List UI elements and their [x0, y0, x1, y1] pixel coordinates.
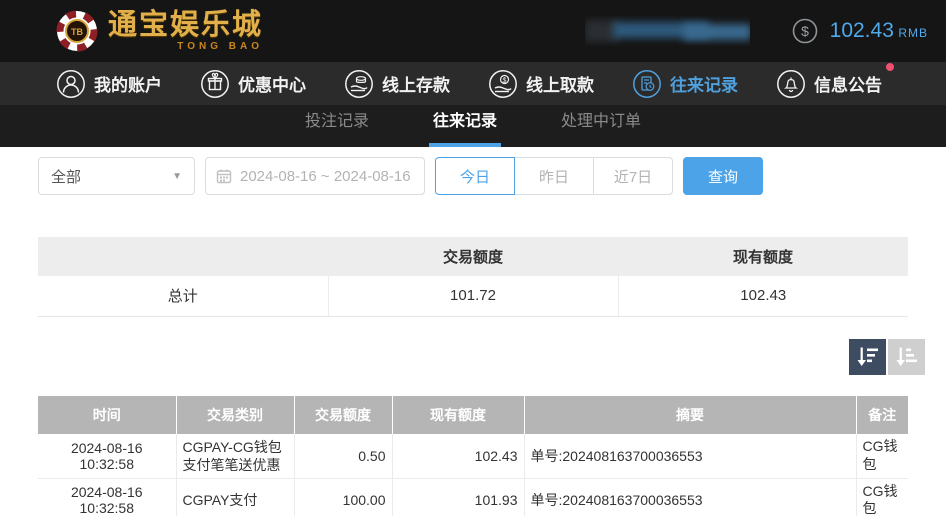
sort-controls	[0, 338, 925, 375]
header-time: 时间	[38, 395, 176, 434]
username-redacted[interactable]	[584, 16, 750, 46]
gift-icon	[201, 69, 229, 98]
row-time: 2024-08-16 10:32:58	[38, 478, 176, 516]
sort-descending-button[interactable]	[849, 338, 886, 375]
poker-chip-logo-icon: TB	[56, 10, 98, 52]
main-nav: 我的账户 优惠中心 线上存款 $ 线上取款 往来记录 信息公告	[0, 62, 946, 105]
transaction-records-page: TB 通宝娱乐城 TONG BAO $ 102.43 RMB 我的账户 优惠中心…	[0, 0, 946, 516]
summary-current-value: 102.43	[617, 276, 908, 317]
table-row: 2024-08-16 10:32:58 CGPAY-CG钱包支付笔笔送优惠 0.…	[38, 433, 908, 479]
deposit-icon	[345, 69, 373, 98]
header-summary: 摘要	[523, 395, 856, 434]
summary-total-row: 总计 101.72 102.43	[38, 276, 908, 317]
user-icon	[57, 69, 85, 98]
row-type: CGPAY-CG钱包支付笔笔送优惠	[175, 433, 294, 479]
records-icon	[633, 69, 661, 98]
tab-processing-orders[interactable]: 处理中订单	[557, 107, 645, 147]
brand-logo[interactable]: TB 通宝娱乐城 TONG BAO	[54, 8, 263, 54]
nav-label: 线上取款	[526, 76, 594, 95]
nav-item-my-account[interactable]: 我的账户	[56, 69, 162, 99]
date-range-value: 2024-08-16 ~ 2024-08-16	[240, 167, 411, 185]
nav-label: 我的账户	[94, 76, 162, 95]
topbar: TB 通宝娱乐城 TONG BAO $ 102.43 RMB	[0, 0, 946, 62]
tab-betting-records[interactable]: 投注记录	[301, 107, 373, 147]
sort-ascending-button[interactable]	[888, 338, 925, 375]
header-type: 交易类别	[175, 395, 294, 434]
records-header-row: 时间 交易类别 交易额度 现有额度 摘要 备注	[38, 395, 908, 434]
records-table: 时间 交易类别 交易额度 现有额度 摘要 备注 2024-08-16 10:32…	[38, 395, 908, 516]
row-summary: 单号:202408163700036553	[523, 433, 856, 479]
nav-label: 线上存款	[382, 76, 450, 95]
summary-table: 交易额度 现有额度 总计 101.72 102.43	[38, 237, 908, 317]
last7days-button[interactable]: 近7日	[593, 157, 673, 195]
yesterday-button[interactable]: 昨日	[514, 157, 594, 195]
date-range-input[interactable]: 2024-08-16 ~ 2024-08-16	[205, 157, 425, 195]
summary-trade-value: 101.72	[327, 276, 618, 317]
row-summary: 单号:202408163700036553	[523, 478, 856, 516]
notification-dot	[886, 62, 894, 71]
tab-transaction-records[interactable]: 往来记录	[428, 107, 501, 147]
row-time: 2024-08-16 10:32:58	[38, 433, 176, 479]
type-select[interactable]: 全部 ▼	[38, 157, 195, 195]
summary-total-label: 总计	[38, 276, 328, 317]
balance-display[interactable]: 102.43 RMB	[830, 19, 928, 43]
summary-header-trade: 交易额度	[328, 237, 618, 276]
sort-ascending-icon	[896, 347, 917, 366]
row-balance: 102.43	[391, 433, 524, 479]
header-balance: 现有额度	[391, 395, 524, 434]
nav-item-announcements[interactable]: 信息公告	[776, 62, 894, 99]
row-type: CGPAY支付	[175, 478, 294, 516]
type-select-value: 全部	[51, 168, 82, 186]
nav-item-deposit[interactable]: 线上存款	[344, 69, 450, 99]
row-remark: CG钱包	[855, 478, 908, 516]
chevron-down-icon: ▼	[172, 170, 182, 182]
subtab-bar: 投注记录 往来记录 处理中订单	[0, 105, 946, 147]
table-row: 2024-08-16 10:32:58 CGPAY支付 100.00 101.9…	[38, 478, 908, 516]
today-button[interactable]: 今日	[435, 157, 515, 195]
balance-amount: 102.43	[829, 19, 894, 42]
bell-icon	[777, 69, 805, 98]
withdraw-icon: $	[489, 69, 517, 98]
header-remark: 备注	[855, 395, 908, 434]
summary-header-current: 现有额度	[618, 237, 908, 276]
nav-item-promotions[interactable]: 优惠中心	[200, 69, 306, 99]
svg-text:TB: TB	[71, 27, 83, 37]
sort-descending-icon	[857, 347, 878, 366]
nav-item-withdraw[interactable]: $ 线上取款	[488, 69, 594, 99]
row-balance: 101.93	[391, 478, 524, 516]
summary-header-empty	[38, 237, 328, 276]
nav-label: 优惠中心	[238, 76, 306, 95]
row-remark: CG钱包	[855, 433, 908, 479]
brand-text: 通宝娱乐城 TONG BAO	[108, 8, 264, 52]
topbar-right: $ 102.43 RMB	[584, 16, 928, 46]
brand-name-en: TONG BAO	[177, 40, 264, 52]
search-button[interactable]: 查询	[683, 157, 763, 195]
svg-text:$: $	[503, 77, 507, 84]
quick-date-group: 今日 昨日 近7日	[435, 157, 673, 195]
balance-currency: RMB	[898, 26, 928, 40]
row-amount: 100.00	[293, 478, 392, 516]
currency-dollar-icon: $	[792, 18, 817, 44]
nav-label: 往来记录	[670, 76, 738, 95]
row-amount: 0.50	[293, 433, 392, 479]
filter-bar: 全部 ▼ 2024-08-16 ~ 2024-08-16 今日 昨日 近7日 查…	[38, 157, 908, 195]
summary-header-row: 交易额度 现有额度	[38, 237, 908, 276]
brand-name-cn: 通宝娱乐城	[108, 8, 264, 41]
nav-label: 信息公告	[814, 76, 882, 95]
nav-item-transaction-records[interactable]: 往来记录	[632, 69, 738, 99]
svg-text:$: $	[801, 23, 809, 39]
header-amount: 交易额度	[293, 395, 392, 434]
calendar-icon	[216, 169, 232, 184]
